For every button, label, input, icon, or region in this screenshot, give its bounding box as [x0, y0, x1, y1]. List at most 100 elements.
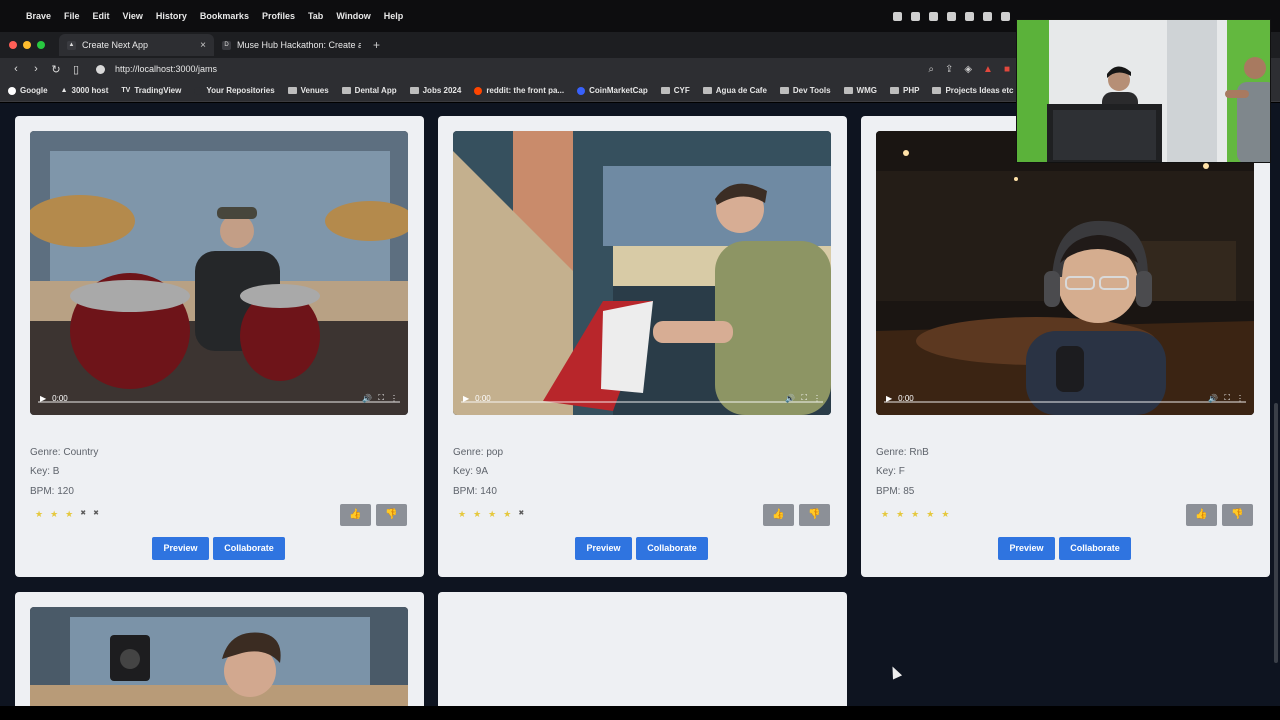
- star-icon[interactable]: ★: [488, 509, 496, 520]
- status-icon[interactable]: [983, 11, 992, 21]
- volume-icon[interactable]: [1001, 11, 1010, 21]
- bookmark-venues[interactable]: Venues: [287, 86, 329, 95]
- menu-help[interactable]: Help: [384, 11, 404, 21]
- bookmark-cyf[interactable]: CYF: [660, 86, 690, 95]
- bookmark-jobs-2024[interactable]: Jobs 2024: [409, 86, 461, 95]
- play-icon[interactable]: ▶: [886, 394, 892, 403]
- bookmark-your-repositories[interactable]: Your Repositories: [194, 86, 275, 95]
- menu-window[interactable]: Window: [336, 11, 370, 21]
- reload-icon[interactable]: ↻: [46, 63, 66, 76]
- status-icon[interactable]: [893, 11, 902, 21]
- volume-icon[interactable]: 🔊: [1208, 394, 1218, 403]
- url-text[interactable]: http://localhost:3000/jams: [115, 64, 217, 74]
- forward-icon[interactable]: ›: [26, 63, 46, 75]
- bookmark-coinmarketcap[interactable]: CoinMarketCap: [577, 86, 648, 95]
- star-rating[interactable]: ★ ★ ★ ★ ★: [881, 509, 949, 520]
- more-options-icon[interactable]: ⋮: [813, 394, 821, 403]
- brave-rewards-icon[interactable]: ▲: [983, 64, 993, 75]
- status-icon[interactable]: [965, 11, 974, 21]
- bookmark-projects-ideas[interactable]: Projects Ideas etc: [932, 86, 1013, 95]
- menu-edit[interactable]: Edit: [93, 11, 110, 21]
- video-player[interactable]: ▶ 0:00 🔊 ⛶ ⋮: [876, 131, 1254, 415]
- video-player[interactable]: [30, 607, 408, 706]
- bookmark-dental-app[interactable]: Dental App: [341, 86, 397, 95]
- page-scrollbar[interactable]: [1274, 403, 1278, 663]
- downvote-button[interactable]: 👎: [1222, 504, 1253, 526]
- minimize-window-icon[interactable]: [23, 41, 31, 49]
- video-player[interactable]: ▶ 0:00 🔊 ⛶ ⋮: [453, 131, 831, 415]
- star-rating[interactable]: ★ ★ ★ ✖ ✖: [35, 509, 99, 520]
- star-icon[interactable]: ★: [881, 509, 889, 520]
- menu-app[interactable]: Brave: [26, 11, 51, 21]
- star-icon[interactable]: ★: [941, 509, 949, 520]
- star-icon[interactable]: ★: [50, 509, 58, 520]
- tab-muse-hub[interactable]: D Muse Hub Hackathon: Create an: [214, 34, 369, 56]
- downvote-button[interactable]: 👎: [376, 504, 407, 526]
- upvote-button[interactable]: 👍: [340, 504, 371, 526]
- new-tab-icon[interactable]: +: [373, 38, 380, 52]
- star-icon[interactable]: ★: [926, 509, 934, 520]
- status-icon[interactable]: [911, 11, 920, 21]
- preview-button[interactable]: Preview: [998, 537, 1055, 560]
- site-info-icon[interactable]: [96, 64, 105, 74]
- status-icon[interactable]: [947, 11, 956, 21]
- preview-button[interactable]: Preview: [152, 537, 209, 560]
- genre-text: Genre: Country: [30, 447, 99, 458]
- upvote-button[interactable]: 👍: [763, 504, 794, 526]
- collaborate-button[interactable]: Collaborate: [1059, 537, 1131, 560]
- zoom-icon[interactable]: ⌕: [928, 64, 934, 75]
- tab-create-next-app[interactable]: ▲ Create Next App ×: [59, 34, 214, 56]
- star-icon[interactable]: ★: [35, 509, 43, 520]
- preview-button[interactable]: Preview: [575, 537, 632, 560]
- star-icon[interactable]: ★: [458, 509, 466, 520]
- volume-icon[interactable]: 🔊: [785, 394, 795, 403]
- brave-shields-icon[interactable]: ◈: [964, 64, 972, 75]
- menu-history[interactable]: History: [156, 11, 187, 21]
- share-icon[interactable]: ⇪: [945, 64, 953, 75]
- star-empty-icon[interactable]: ✖: [93, 509, 99, 520]
- bookmark-dev-tools[interactable]: Dev Tools: [779, 86, 831, 95]
- more-options-icon[interactable]: ⋮: [390, 394, 398, 403]
- play-icon[interactable]: ▶: [463, 394, 469, 403]
- back-icon[interactable]: ‹: [6, 63, 26, 75]
- downvote-button[interactable]: 👎: [799, 504, 830, 526]
- bookmark-page-icon[interactable]: ▯: [66, 63, 86, 76]
- collaborate-button[interactable]: Collaborate: [636, 537, 708, 560]
- menu-view[interactable]: View: [123, 11, 143, 21]
- menu-profiles[interactable]: Profiles: [262, 11, 295, 21]
- close-tab-icon[interactable]: ×: [200, 40, 206, 51]
- star-empty-icon[interactable]: ✖: [80, 509, 86, 520]
- status-icon[interactable]: [929, 11, 938, 21]
- url-field[interactable]: http://localhost:3000/jams: [96, 64, 217, 74]
- star-icon[interactable]: ★: [65, 509, 73, 520]
- star-icon[interactable]: ★: [896, 509, 904, 520]
- bookmark-google[interactable]: Google: [8, 86, 48, 95]
- close-window-icon[interactable]: [9, 41, 17, 49]
- fullscreen-icon[interactable]: ⛶: [378, 393, 384, 403]
- bookmark-3000-host[interactable]: ▲ 3000 host: [61, 86, 109, 95]
- upvote-button[interactable]: 👍: [1186, 504, 1217, 526]
- bookmark-reddit[interactable]: reddit: the front pa...: [474, 86, 564, 95]
- bookmark-tradingview[interactable]: TV TradingView: [121, 86, 181, 95]
- fullscreen-icon[interactable]: ⛶: [801, 393, 807, 403]
- menu-bookmarks[interactable]: Bookmarks: [200, 11, 249, 21]
- menu-file[interactable]: File: [64, 11, 80, 21]
- bookmark-agua-de-cafe[interactable]: Agua de Cafe: [702, 86, 767, 95]
- fullscreen-icon[interactable]: ⛶: [1224, 393, 1230, 403]
- video-player[interactable]: ▶ 0:00 🔊 ⛶ ⋮: [30, 131, 408, 415]
- bookmark-wmg[interactable]: WMG: [843, 86, 877, 95]
- star-rating[interactable]: ★ ★ ★ ★ ✖: [458, 509, 524, 520]
- more-options-icon[interactable]: ⋮: [1236, 394, 1244, 403]
- zoom-window-icon[interactable]: [37, 41, 45, 49]
- play-icon[interactable]: ▶: [40, 394, 46, 403]
- star-empty-icon[interactable]: ✖: [518, 509, 524, 520]
- volume-icon[interactable]: 🔊: [362, 394, 372, 403]
- jam-card: ▶ 0:00 🔊 ⛶ ⋮ Genre: RnB Key: F BPM: 85 ★…: [861, 116, 1270, 577]
- star-icon[interactable]: ★: [503, 509, 511, 520]
- collaborate-button[interactable]: Collaborate: [213, 537, 285, 560]
- extension-icon[interactable]: ■: [1004, 64, 1010, 75]
- bookmark-php[interactable]: PHP: [889, 86, 919, 95]
- menu-tab[interactable]: Tab: [308, 11, 323, 21]
- star-icon[interactable]: ★: [911, 509, 919, 520]
- star-icon[interactable]: ★: [473, 509, 481, 520]
